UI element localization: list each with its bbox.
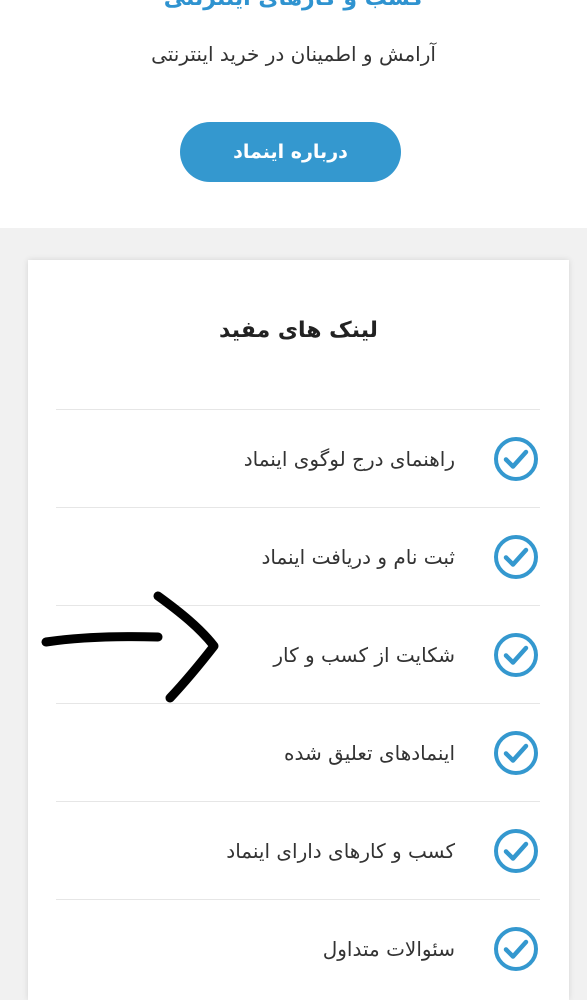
check-circle-icon	[494, 437, 538, 481]
link-label[interactable]: راهنمای درج لوگوی اینماد	[244, 447, 455, 471]
check-circle-icon	[494, 829, 538, 873]
link-label[interactable]: شکایت از کسب و کار	[273, 643, 455, 667]
hand-drawn-arrow-icon	[41, 591, 219, 703]
link-label[interactable]: کسب و کارهای دارای اینماد	[226, 839, 455, 863]
check-circle-icon	[494, 731, 538, 775]
link-item-businesses[interactable]: کسب و کارهای دارای اینماد	[56, 801, 540, 899]
link-label[interactable]: ثبت نام و دریافت اینماد	[261, 545, 455, 569]
link-item-logo-guide[interactable]: راهنمای درج لوگوی اینماد	[56, 409, 540, 507]
hero-heading: کسب و کارهای اینترنتی	[0, 0, 587, 11]
link-label[interactable]: اینمادهای تعلیق شده	[284, 741, 455, 765]
check-circle-icon	[494, 535, 538, 579]
hero-section: کسب و کارهای اینترنتی آرامش و اطمینان در…	[0, 0, 587, 228]
link-label[interactable]: سئوالات متداول	[323, 937, 455, 961]
hero-tagline: آرامش و اطمینان در خرید اینترنتی	[151, 42, 436, 66]
check-circle-icon	[494, 633, 538, 677]
link-item-suspended[interactable]: اینمادهای تعلیق شده	[56, 703, 540, 801]
useful-links-title: لینک های مفید	[219, 318, 378, 343]
check-circle-icon	[494, 927, 538, 971]
about-enamad-button[interactable]: درباره اینماد	[180, 122, 401, 182]
link-item-faq[interactable]: سئوالات متداول	[56, 899, 540, 997]
